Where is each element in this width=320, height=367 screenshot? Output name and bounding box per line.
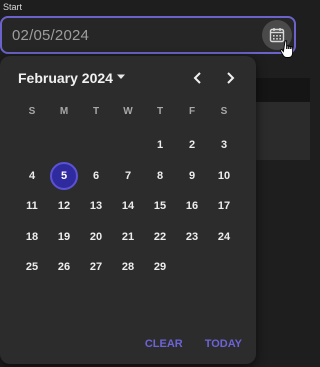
day-cell[interactable]: 26 [48, 252, 80, 283]
day-cell[interactable]: 8 [144, 161, 176, 192]
day-number: 2 [188, 139, 196, 152]
day-number: 9 [188, 169, 196, 182]
day-number: 12 [57, 200, 71, 213]
clear-button[interactable]: CLEAR [145, 338, 183, 350]
month-year-label[interactable]: February 2024 [18, 70, 113, 86]
day-number: 4 [28, 169, 36, 182]
date-picker-popup: February 2024 S M T W T F S 1 2 3 4 5 6 7 8 9 10 1… [0, 56, 256, 364]
today-button[interactable]: TODAY [205, 338, 242, 350]
day-cell[interactable]: 19 [48, 222, 80, 253]
day-number: 19 [57, 230, 71, 243]
day-number: 22 [153, 230, 167, 243]
day-cell[interactable]: 11 [16, 191, 48, 222]
day-number: 11 [26, 200, 38, 213]
field-label: Start [3, 2, 23, 12]
weekday-label: W [123, 106, 133, 117]
day-number: 16 [185, 200, 199, 213]
hand-pointer-icon [280, 40, 294, 58]
weekday-label: T [156, 106, 164, 117]
day-cell[interactable]: 9 [176, 161, 208, 192]
day-number: 21 [121, 230, 135, 243]
day-cell[interactable]: 10 [208, 161, 240, 192]
day-number: 18 [25, 230, 39, 243]
day-number: 25 [25, 261, 39, 274]
day-number: 1 [156, 139, 164, 152]
empty-day-cell [48, 130, 80, 161]
day-cell[interactable]: 1 [144, 130, 176, 161]
day-cell[interactable]: 12 [48, 191, 80, 222]
day-selected[interactable]: 5 [48, 161, 80, 192]
day-cell[interactable]: 20 [80, 222, 112, 253]
day-number: 26 [57, 261, 71, 274]
day-cell[interactable]: 16 [176, 191, 208, 222]
weekday-label: M [59, 106, 69, 117]
start-date-field[interactable]: 02/05/2024 [0, 16, 296, 54]
chevron-left-icon[interactable] [190, 70, 206, 86]
day-number: 17 [217, 200, 231, 213]
day-number: 29 [153, 261, 167, 274]
day-cell[interactable]: 29 [144, 252, 176, 283]
day-number: 13 [89, 200, 103, 213]
day-grid: 1 2 3 4 5 6 7 8 9 10 11 12 13 14 15 16 17 18 19 20 21 22 23 24 2… [16, 130, 240, 283]
day-cell[interactable]: 15 [144, 191, 176, 222]
empty-day-cell [16, 130, 48, 161]
day-number: 24 [217, 230, 231, 243]
day-number: 27 [89, 261, 103, 274]
day-number: 5 [50, 161, 78, 190]
day-cell[interactable]: 4 [16, 161, 48, 192]
day-number: 23 [185, 230, 199, 243]
day-number: 7 [124, 169, 132, 182]
background-toolbar [256, 78, 310, 102]
weekday-label: F [188, 106, 196, 117]
day-cell[interactable]: 18 [16, 222, 48, 253]
day-cell[interactable]: 21 [112, 222, 144, 253]
day-number: 20 [89, 230, 103, 243]
day-cell[interactable]: 7 [112, 161, 144, 192]
weekday-header: S M T W T F S [16, 106, 240, 117]
day-cell[interactable]: 14 [112, 191, 144, 222]
day-number: 10 [217, 169, 231, 182]
weekday-label: S [220, 106, 228, 117]
day-cell[interactable]: 17 [208, 191, 240, 222]
empty-day-cell [80, 130, 112, 161]
action-bar: CLEAR TODAY [145, 338, 242, 350]
weekday-label: S [28, 106, 36, 117]
day-number: 8 [156, 169, 164, 182]
day-cell[interactable]: 13 [80, 191, 112, 222]
weekday-label: T [92, 106, 100, 117]
day-cell[interactable]: 3 [208, 130, 240, 161]
day-cell[interactable]: 23 [176, 222, 208, 253]
caret-down-icon[interactable] [116, 74, 126, 80]
chevron-right-icon[interactable] [222, 70, 238, 86]
day-cell[interactable]: 25 [16, 252, 48, 283]
day-cell[interactable]: 27 [80, 252, 112, 283]
day-cell[interactable]: 22 [144, 222, 176, 253]
day-cell[interactable]: 6 [80, 161, 112, 192]
date-input-value[interactable]: 02/05/2024 [12, 27, 89, 44]
empty-day-cell [112, 130, 144, 161]
day-number: 6 [92, 169, 100, 182]
day-number: 28 [121, 261, 135, 274]
day-cell[interactable]: 24 [208, 222, 240, 253]
day-cell[interactable]: 2 [176, 130, 208, 161]
day-number: 14 [121, 200, 135, 213]
day-number: 15 [153, 200, 167, 213]
background-row [256, 102, 310, 160]
day-number: 3 [220, 139, 228, 152]
day-cell[interactable]: 28 [112, 252, 144, 283]
